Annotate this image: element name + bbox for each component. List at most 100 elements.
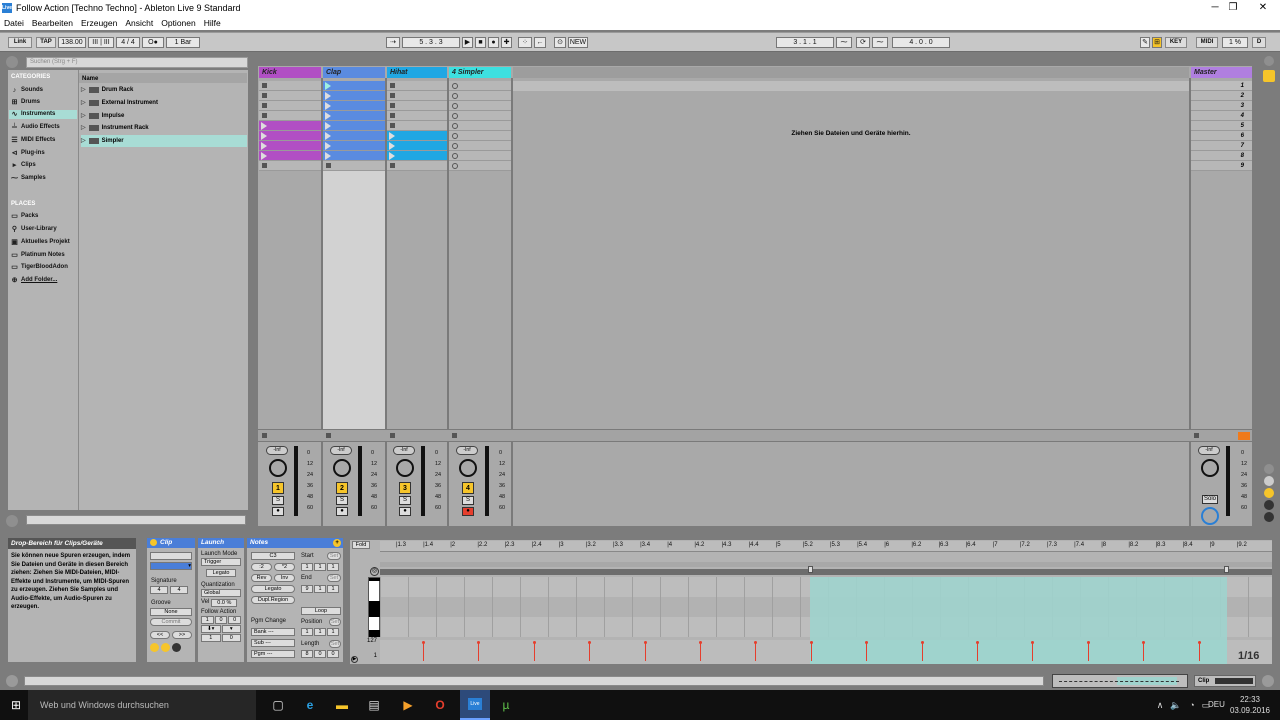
velocity-handle[interactable] bbox=[976, 641, 979, 644]
clip-slot[interactable] bbox=[259, 101, 321, 111]
stop-clip-button[interactable] bbox=[452, 433, 457, 438]
nudge-buttons[interactable]: III | III bbox=[88, 37, 114, 48]
follow-action-time-bar[interactable]: 1 bbox=[201, 616, 214, 624]
loop-length-field[interactable]: 4 . 0 . 0 bbox=[892, 37, 950, 48]
midi-map-button[interactable]: MIDI bbox=[1196, 37, 1218, 48]
duplicate-region-button[interactable]: Dupl.Region bbox=[251, 596, 295, 604]
preview-toggle-icon[interactable]: ◎ bbox=[370, 567, 379, 576]
session-view-icon[interactable] bbox=[1263, 70, 1275, 82]
edge-icon[interactable]: e bbox=[302, 697, 318, 713]
velocity-marker[interactable] bbox=[644, 643, 646, 661]
arm-button[interactable]: ● bbox=[272, 507, 284, 516]
clip-slot[interactable] bbox=[449, 161, 511, 171]
nudge-forward-button[interactable]: >> bbox=[172, 631, 192, 639]
clip-slot[interactable] bbox=[449, 131, 511, 141]
follow-action-chance-a[interactable]: 1 bbox=[201, 634, 221, 642]
mixer-toggle-icon[interactable] bbox=[1264, 500, 1274, 510]
arm-button[interactable]: ● bbox=[399, 507, 411, 516]
velocity-marker[interactable] bbox=[755, 643, 757, 661]
clip-launch-icon[interactable] bbox=[161, 643, 170, 652]
end-sixteenth[interactable]: 1 bbox=[327, 585, 339, 593]
clip-slot[interactable] bbox=[323, 161, 385, 171]
scene-launch[interactable]: 7 bbox=[1191, 141, 1252, 151]
clip-slot[interactable] bbox=[259, 91, 321, 101]
end-bar[interactable]: 9 bbox=[301, 585, 313, 593]
set-end-button[interactable]: Set bbox=[327, 574, 341, 582]
scrub-area[interactable] bbox=[380, 569, 1272, 575]
stop-clip-button[interactable] bbox=[326, 433, 331, 438]
stop-icon[interactable]: ■ bbox=[475, 37, 486, 48]
follow-action-a-chooser[interactable]: ⬇▾ bbox=[201, 625, 221, 633]
velocity-marker[interactable] bbox=[977, 643, 978, 661]
crossfader-toggle-icon[interactable] bbox=[1264, 512, 1274, 522]
media-player-icon[interactable]: ▶ bbox=[400, 697, 416, 713]
signature-denominator[interactable]: 4 bbox=[170, 586, 188, 594]
sends-toggle-icon[interactable] bbox=[1264, 476, 1274, 486]
browser-item-simpler[interactable]: ▷ Simpler bbox=[81, 135, 247, 147]
clip[interactable] bbox=[323, 91, 385, 101]
loop-brace-lane[interactable] bbox=[380, 562, 1272, 567]
end-beat[interactable]: 1 bbox=[314, 585, 326, 593]
clip-record-icon[interactable] bbox=[172, 643, 181, 652]
category-instruments[interactable]: ∿ Instruments bbox=[9, 110, 77, 119]
category-midi-effects[interactable]: ☰ MIDI Effects bbox=[11, 136, 77, 145]
clip-slot[interactable] bbox=[449, 151, 511, 161]
track-header-kick[interactable]: Kick bbox=[259, 67, 321, 78]
set-length-button[interactable]: Set bbox=[329, 640, 341, 648]
program-field[interactable]: Pgm --- bbox=[251, 650, 295, 658]
solo-button[interactable]: S bbox=[272, 496, 284, 505]
punch-in-icon[interactable]: ⁓ bbox=[836, 37, 852, 48]
follow-button[interactable]: ⇢ bbox=[386, 37, 400, 48]
add-folder-button[interactable]: ⊕ Add Folder... bbox=[11, 276, 77, 285]
scene-launch[interactable]: 4 bbox=[1191, 111, 1252, 121]
set-start-button[interactable]: Set bbox=[327, 552, 341, 560]
velocity-handle[interactable] bbox=[643, 641, 647, 644]
loop-start-marker[interactable] bbox=[808, 566, 813, 573]
new-button[interactable]: NEW bbox=[568, 37, 588, 48]
halve-button[interactable]: :2 bbox=[251, 563, 272, 571]
clip-color-chooser[interactable]: ▾ bbox=[150, 562, 192, 570]
pan-knob[interactable] bbox=[459, 459, 477, 477]
place-platinum-notes[interactable]: ▭ Platinum Notes bbox=[11, 251, 77, 260]
volume-field[interactable]: -Inf bbox=[330, 446, 352, 455]
category-sounds[interactable]: ♪ Sounds bbox=[11, 86, 77, 95]
signature-numerator[interactable]: 4 bbox=[150, 586, 168, 594]
clip-slot[interactable] bbox=[387, 111, 447, 121]
cue-volume-knob[interactable] bbox=[1201, 507, 1219, 525]
clip-slot[interactable] bbox=[387, 81, 447, 91]
punch-out-icon[interactable]: ⁓ bbox=[872, 37, 888, 48]
view-toggle-icon[interactable] bbox=[1264, 56, 1274, 66]
browser-item-external-instrument[interactable]: ▷ External Instrument bbox=[81, 97, 247, 109]
metronome-button[interactable]: O● bbox=[142, 37, 164, 48]
clip-device-toggle[interactable]: Clip bbox=[1194, 675, 1256, 687]
clip[interactable] bbox=[323, 81, 385, 91]
tempo-field[interactable]: 138.00 bbox=[58, 37, 86, 48]
close-button[interactable]: ✕ bbox=[1248, 0, 1278, 16]
sub-bank-field[interactable]: Sub --- bbox=[251, 639, 295, 647]
stop-clip-button[interactable] bbox=[262, 433, 267, 438]
velocity-marker[interactable] bbox=[478, 643, 480, 661]
velocity-marker[interactable] bbox=[1143, 643, 1145, 661]
clip-slot[interactable] bbox=[387, 101, 447, 111]
clip-slot[interactable] bbox=[449, 101, 511, 111]
position-bar[interactable]: 1 bbox=[301, 628, 313, 636]
menu-optionen[interactable]: Optionen bbox=[157, 16, 200, 30]
view-toggle-icon[interactable] bbox=[1238, 432, 1250, 440]
scene-launch[interactable]: 9 bbox=[1191, 161, 1252, 171]
transpose-field[interactable]: C3 bbox=[251, 552, 295, 560]
track-header-hihat[interactable]: Hihat bbox=[387, 67, 447, 78]
clip-slot[interactable] bbox=[259, 111, 321, 121]
clip[interactable] bbox=[387, 141, 447, 151]
clip-slot[interactable] bbox=[387, 121, 447, 131]
position-sixteenth[interactable]: 1 bbox=[327, 628, 339, 636]
clip-slot[interactable] bbox=[259, 161, 321, 171]
tray-chevron-icon[interactable]: ∧ bbox=[1152, 697, 1168, 713]
velocity-marker[interactable] bbox=[1087, 643, 1089, 661]
browser-item-instrument-rack[interactable]: ▷ Instrument Rack bbox=[81, 122, 247, 134]
clip[interactable] bbox=[323, 111, 385, 121]
clock-date[interactable]: 03.09.2016 bbox=[1228, 706, 1272, 715]
piano-roll-keys[interactable] bbox=[368, 577, 380, 637]
category-drums[interactable]: ⊞ Drums bbox=[11, 98, 77, 107]
arrangement-position[interactable]: 5 . 3 . 3 bbox=[402, 37, 460, 48]
clip-activator-icon[interactable] bbox=[150, 643, 159, 652]
